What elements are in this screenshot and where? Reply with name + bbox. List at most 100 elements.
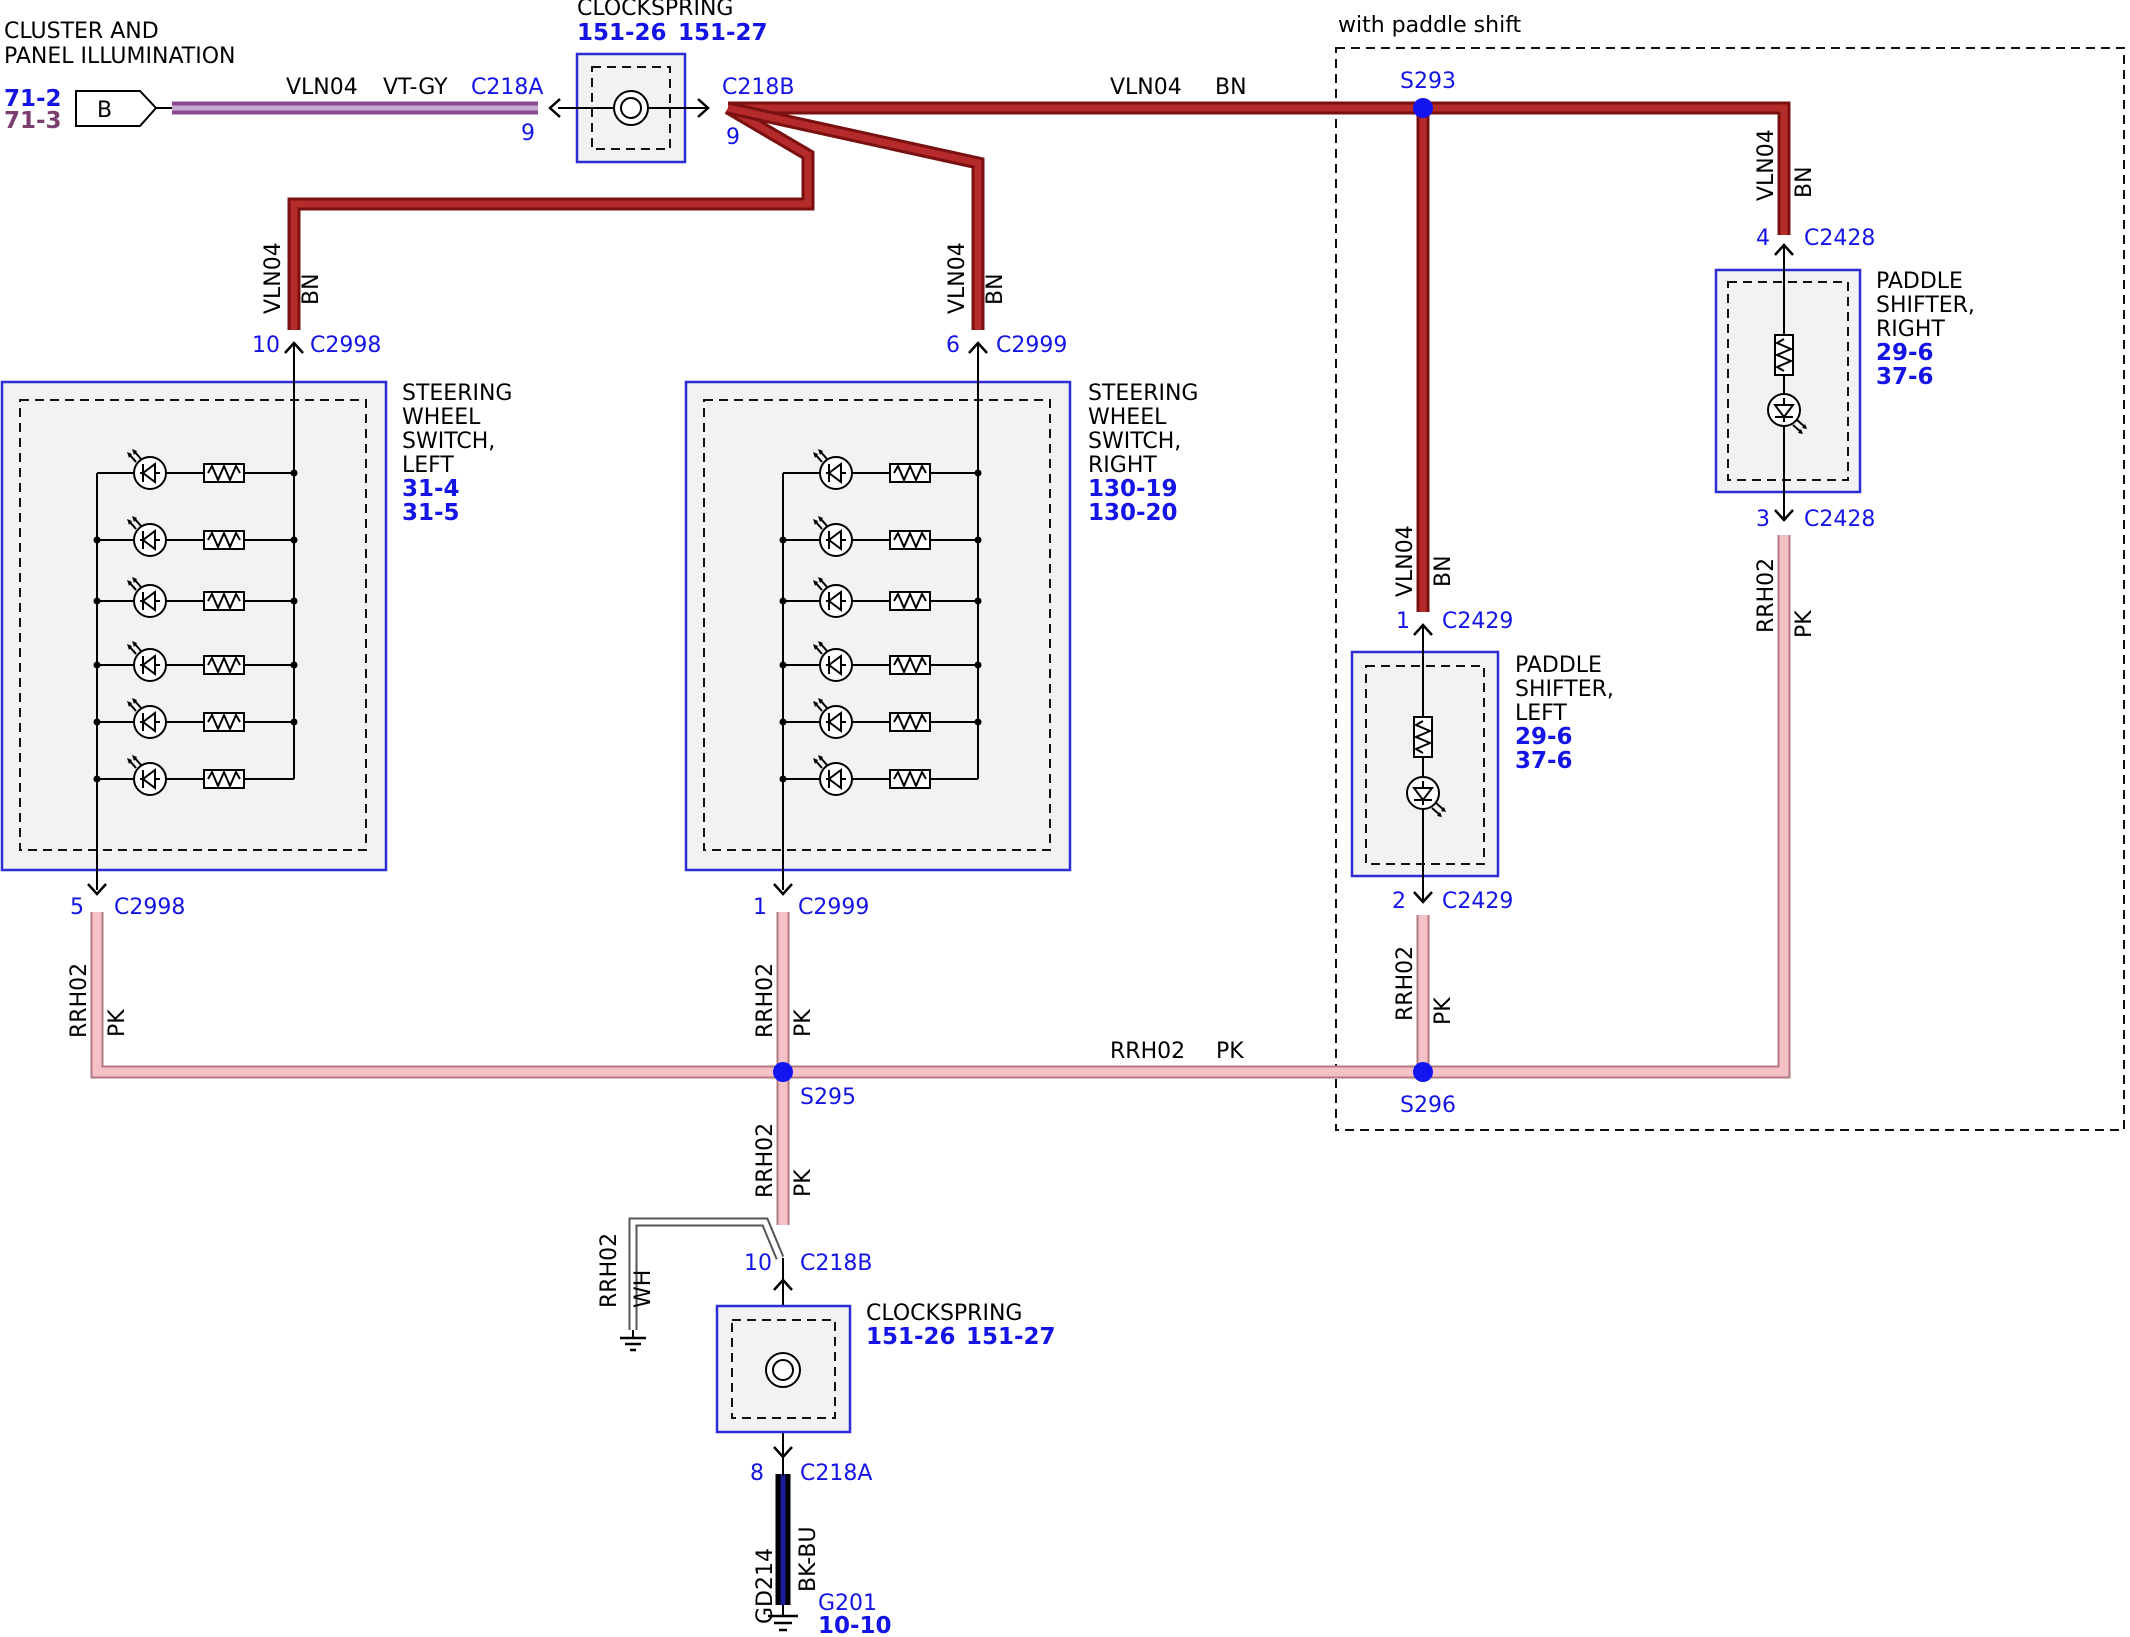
paddle-left-top-pin: 1 bbox=[1396, 609, 1410, 634]
paddle-left-title-3: LEFT bbox=[1515, 701, 1567, 726]
swr-resistor-icon bbox=[889, 591, 931, 611]
swr-top-connector: C2999 bbox=[996, 333, 1067, 358]
paddle-right-title-1: PADDLE bbox=[1876, 269, 1963, 294]
paddle-left-title-1: PADDLE bbox=[1515, 653, 1602, 678]
ground-drain-icon bbox=[620, 1330, 646, 1352]
swl-title-2: WHEEL bbox=[402, 405, 481, 430]
wire-label-pk-swr: PK bbox=[791, 1009, 816, 1037]
swr-resistor-icon bbox=[889, 769, 931, 789]
clockspring-bottom-top-connector: C218B bbox=[800, 1251, 872, 1276]
clockspring-top-right-pin: 9 bbox=[726, 125, 740, 150]
swl-top-pin: 10 bbox=[252, 333, 280, 358]
paddle-group-label: with paddle shift bbox=[1338, 13, 1522, 38]
wire-label-bn-swl: BN bbox=[299, 273, 324, 305]
wire-label-pk-swl: PK bbox=[105, 1009, 130, 1037]
clockspring-bottom-ref-2: 151-27 bbox=[966, 1324, 1056, 1350]
swr-title-4: RIGHT bbox=[1088, 453, 1157, 478]
swr-title-2: WHEEL bbox=[1088, 405, 1167, 430]
paddle-shifter-right bbox=[1714, 245, 1862, 520]
swl-resistor-icon bbox=[203, 769, 245, 789]
swl-title-3: SWITCH, bbox=[402, 429, 495, 454]
wire-label-rrh02-swr: RRH02 bbox=[753, 963, 778, 1038]
wire-label-rrh02-s295: RRH02 bbox=[753, 1123, 778, 1198]
clockspring-top-ref-1: 151-26 bbox=[577, 20, 667, 46]
wire-label-bk-bu: BK-BU bbox=[796, 1526, 821, 1592]
paddle-left-bottom-connector: C2429 bbox=[1442, 889, 1513, 914]
swl-ref-1: 31-4 bbox=[402, 476, 460, 502]
swr-resistor-icon bbox=[889, 530, 931, 550]
clockspring-bottom bbox=[715, 1258, 852, 1476]
paddle-left-bottom-pin: 2 bbox=[1392, 889, 1406, 914]
swr-ref-2: 130-20 bbox=[1088, 500, 1178, 526]
swl-resistor-icon bbox=[203, 530, 245, 550]
clockspring-bottom-ref-1: 151-26 bbox=[866, 1324, 956, 1350]
wire-label-bn-swr: BN bbox=[983, 273, 1008, 305]
paddle-right-title-3: RIGHT bbox=[1876, 317, 1945, 342]
wire-label-bn-pr: BN bbox=[1792, 166, 1817, 198]
clockspring-bottom-bottom-connector: C218A bbox=[800, 1461, 872, 1486]
wire-label-vln04-pl: VLN04 bbox=[1393, 525, 1418, 597]
swl-resistor-icon bbox=[203, 463, 245, 483]
paddle-right-bottom-connector: C2428 bbox=[1804, 507, 1875, 532]
swl-bottom-connector: C2998 bbox=[114, 895, 185, 920]
clockspring-bottom-top-pin: 10 bbox=[744, 1251, 772, 1276]
splice-s293-label: S293 bbox=[1400, 69, 1456, 94]
clockspring-top bbox=[558, 52, 706, 164]
swl-bottom-pin: 5 bbox=[70, 895, 84, 920]
wire-label-rrh02-swl: RRH02 bbox=[67, 963, 92, 1038]
swl-resistor-icon bbox=[203, 591, 245, 611]
paddle-shifter-left bbox=[1350, 625, 1500, 902]
paddle-right-ref-2: 37-6 bbox=[1876, 364, 1934, 390]
wire-label-vln04-source: VLN04 bbox=[286, 75, 358, 100]
paddle-left-ref-1: 29-6 bbox=[1515, 724, 1573, 750]
swl-title-4: LEFT bbox=[402, 453, 454, 478]
wire-label-bn-main: BN bbox=[1215, 75, 1247, 100]
source-ref-2: 71-3 bbox=[4, 108, 62, 134]
splice-s296-label: S296 bbox=[1400, 1093, 1456, 1118]
clockspring-bottom-bottom-pin: 8 bbox=[750, 1461, 764, 1486]
splice-s295 bbox=[773, 1062, 793, 1082]
splice-s293 bbox=[1413, 98, 1433, 118]
clockspring-top-ref-2: 151-27 bbox=[678, 20, 768, 46]
wire-label-vln04-main: VLN04 bbox=[1110, 75, 1182, 100]
swr-bottom-connector: C2999 bbox=[798, 895, 869, 920]
swl-top-connector: C2998 bbox=[310, 333, 381, 358]
paddle-right-resistor-icon bbox=[1774, 334, 1794, 376]
clockspring-bottom-title: CLOCKSPRING bbox=[866, 1301, 1022, 1326]
paddle-right-ref-1: 29-6 bbox=[1876, 340, 1934, 366]
splice-s296 bbox=[1413, 1062, 1433, 1082]
swl-ref-2: 31-5 bbox=[402, 500, 460, 526]
source-title-line2: PANEL ILLUMINATION bbox=[4, 44, 236, 69]
clockspring-top-title: CLOCKSPRING bbox=[577, 0, 733, 21]
wire-label-vln04-pr: VLN04 bbox=[1754, 129, 1779, 201]
source-connector-shape bbox=[75, 90, 158, 127]
wire-label-pk-s295: PK bbox=[791, 1169, 816, 1197]
paddle-right-top-pin: 4 bbox=[1756, 226, 1770, 251]
wiring-diagram: with paddle shift CLUSTER AND PANEL ILLU… bbox=[0, 0, 2125, 1637]
paddle-left-ref-2: 37-6 bbox=[1515, 748, 1573, 774]
splice-s295-label: S295 bbox=[800, 1085, 856, 1110]
wire-label-vt-gy: VT-GY bbox=[383, 75, 448, 100]
wire-label-rrh02-bottom: RRH02 bbox=[1110, 1039, 1185, 1064]
swr-title-3: SWITCH, bbox=[1088, 429, 1181, 454]
clockspring-bottom-coil-icon bbox=[765, 1352, 801, 1388]
wire-label-bn-pl: BN bbox=[1431, 555, 1456, 587]
paddle-right-top-connector: C2428 bbox=[1804, 226, 1875, 251]
paddle-left-title-2: SHIFTER, bbox=[1515, 677, 1614, 702]
steering-wheel-switch-right bbox=[684, 345, 1072, 890]
steering-wheel-switch-left bbox=[0, 345, 388, 890]
wire-label-rrh02-pl: RRH02 bbox=[1393, 946, 1418, 1021]
wire-label-vln04-swr: VLN04 bbox=[945, 242, 970, 314]
paddle-left-resistor-icon bbox=[1413, 716, 1433, 758]
swr-resistor-icon bbox=[889, 655, 931, 675]
clockspring-top-right-connector: C218B bbox=[722, 75, 794, 100]
wire-label-wh: WH bbox=[631, 1270, 656, 1308]
source-connector-letter: B bbox=[97, 98, 112, 123]
paddle-left-top-connector: C2429 bbox=[1442, 609, 1513, 634]
paddle-shift-group-box bbox=[1335, 47, 2125, 1131]
swl-title-1: STEERING bbox=[402, 381, 512, 406]
paddle-right-bottom-pin: 3 bbox=[1756, 507, 1770, 532]
clockspring-top-left-connector: C218A bbox=[471, 75, 543, 100]
clockspring-coil-icon bbox=[613, 90, 649, 126]
wire-label-rrh02-pr: RRH02 bbox=[1754, 558, 1779, 633]
